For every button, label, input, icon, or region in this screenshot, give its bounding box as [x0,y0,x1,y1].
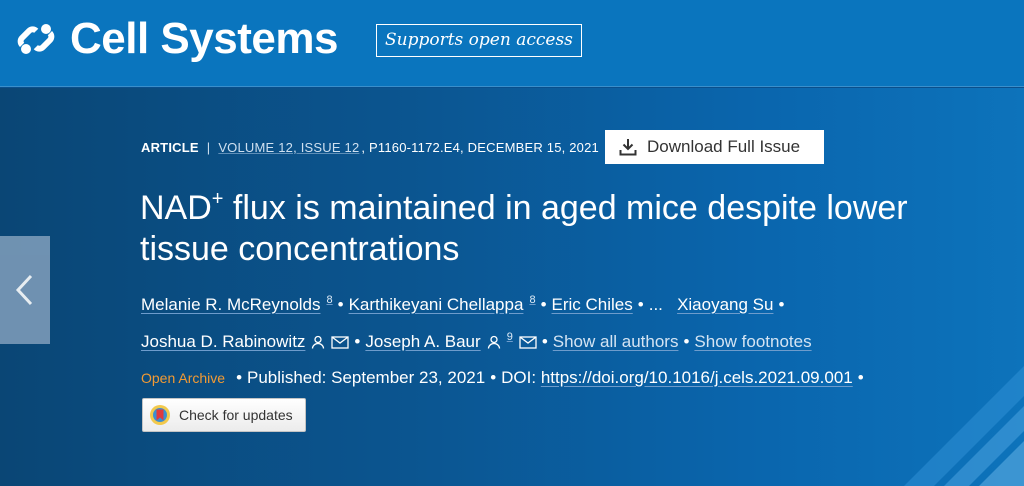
journal-home-link[interactable]: Cell Systems [14,15,338,63]
title-rest: flux is maintained in aged mice despite … [140,189,908,268]
previous-article-button[interactable] [0,236,50,344]
check-for-updates-label: Check for updates [179,407,293,423]
bullet: • [337,295,344,314]
mail-icon[interactable] [519,336,537,349]
article-meta: ARTICLE | VOLUME 12, ISSUE 12 , P1160-11… [141,130,599,164]
bullet: • [236,368,243,387]
open-access-badge[interactable]: Supports open access [376,24,582,57]
author-link[interactable]: Joshua D. Rabinowitz [141,332,305,351]
author-link[interactable]: Melanie R. McReynolds [141,295,321,314]
chevron-left-icon [15,274,33,306]
pages-date: , P1160-1172.E4, DECEMBER 15, 2021 [361,139,599,155]
bullet: • [540,295,547,314]
person-icon[interactable] [311,335,325,349]
title-superscript: + [211,188,224,210]
bullet: • [354,332,361,351]
show-all-authors-link[interactable]: Show all authors [553,332,679,351]
meta-separator: | [206,139,211,155]
bullet: • [637,295,644,314]
author-link[interactable]: Eric Chiles [552,295,633,314]
author-link[interactable]: Karthikeyani Chellappa [349,295,524,314]
bullet: • [778,295,785,314]
bullet: • [683,332,690,351]
bullet: • [541,332,548,351]
author-link[interactable]: Joseph A. Baur [365,332,480,351]
author-list: Melanie R. McReynolds 8 • Karthikeyani Chel… [141,284,921,358]
author-link[interactable]: Xiaoyang Su [677,295,773,314]
open-archive-label: Open Archive [141,370,226,386]
doi-link[interactable]: https://doi.org/10.1016/j.cels.2021.09.0… [541,368,853,388]
download-label: Download Full Issue [647,137,801,156]
journal-name: Cell Systems [70,14,338,63]
doi-label: DOI: [501,368,537,387]
person-icon[interactable] [487,335,501,349]
title-prefix: NAD [140,189,212,227]
article-title: NAD+ flux is maintained in aged mice des… [140,188,990,270]
issue-link[interactable]: VOLUME 12, ISSUE 12 [218,140,359,155]
cell-press-logo-icon [17,24,55,54]
crossmark-icon [150,405,170,425]
affiliation-ref[interactable]: 8 [327,294,333,306]
bullet: • [857,368,864,387]
check-for-updates-button[interactable]: Check for updates [142,398,306,432]
article-type: ARTICLE [141,139,199,155]
show-footnotes-link[interactable]: Show footnotes [694,332,811,351]
publication-info: Open Archive • Published: September 23, … [141,366,869,390]
header-bar: Cell Systems Supports open access [0,0,1024,87]
download-icon [619,139,637,156]
bullet: • [490,368,497,387]
author-ellipsis: ... [648,295,663,314]
article-header: ARTICLE | VOLUME 12, ISSUE 12 , P1160-11… [0,88,1024,486]
published-date: Published: September 23, 2021 [247,368,486,387]
decorative-stripes [904,366,1024,486]
mail-icon[interactable] [331,336,350,349]
affiliation-ref[interactable]: 8 [529,294,535,306]
affiliation-ref[interactable]: 9 [507,331,513,343]
download-full-issue-button[interactable]: Download Full Issue [605,130,824,164]
